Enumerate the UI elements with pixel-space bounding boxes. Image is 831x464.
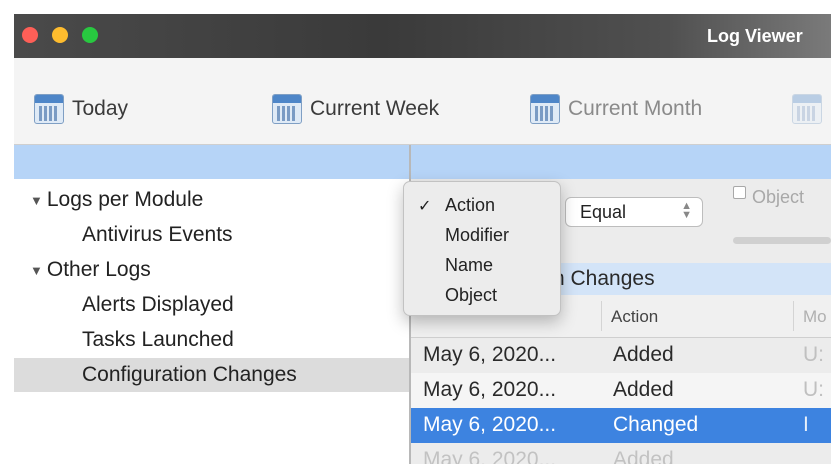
window-title: Log Viewer [707,26,803,46]
menu-item-action[interactable]: ✓ Action [404,191,562,221]
column-header-action[interactable]: Action [611,307,658,327]
main-header-bar [411,145,831,179]
row-action: Added [613,378,674,401]
menu-item-label: Name [445,255,494,275]
select-arrows-icon: ▲ ▼ [681,200,692,221]
operator-select[interactable]: Equal ▲ ▼ [565,197,703,227]
disclosure-triangle-icon[interactable]: ▼ [30,193,43,208]
sidebar: ▼ Logs per Module Antivirus Events ▼ Oth… [14,145,411,464]
current-week-label: Current Week [310,97,440,120]
calendar-icon [34,94,64,124]
menu-item-object[interactable]: Object [404,281,562,311]
column-separator[interactable] [793,301,794,331]
row-date: May 6, 2020... [423,448,557,464]
tree-item-configuration-changes[interactable]: Configuration Changes [14,358,409,392]
tree-group-label: Logs per Module [46,188,204,211]
disclosure-triangle-icon[interactable]: ▼ [30,263,43,278]
table-row-selected[interactable]: May 6, 2020... Changed I [411,408,831,443]
row-modifier: I [803,413,809,436]
sidebar-header [14,145,409,179]
tree-item-label: Tasks Launched [82,328,234,351]
table-row[interactable]: May 6, 2020... Added U: [411,338,831,373]
field-popup-menu: ✓ Action Modifier Name Object [403,181,561,316]
menu-item-label: Action [445,195,496,215]
today-button[interactable]: Today [34,94,128,124]
menu-item-modifier[interactable]: Modifier [404,221,562,251]
current-month-button[interactable]: Current Month [530,94,702,124]
column-header-modifier[interactable]: Mo [803,307,827,327]
tree-item-antivirus-events[interactable]: Antivirus Events [14,218,409,252]
toolbar: Today Current Week Current Month [14,58,831,145]
operator-value: Equal [580,201,627,222]
menu-item-label: Modifier [445,225,510,245]
checkmark-icon: ✓ [418,198,432,215]
object-checkbox[interactable]: Object [733,186,805,208]
zoom-window-button[interactable] [82,27,98,43]
row-date: May 6, 2020... [423,413,557,436]
current-week-button[interactable]: Current Week [272,94,439,124]
row-modifier: U: [803,343,824,366]
close-window-button[interactable] [22,27,38,43]
table-row[interactable]: May 6, 2020... Added [411,443,831,464]
calendar-icon [272,94,302,124]
row-action: Changed [613,413,699,436]
row-action: Added [613,448,674,464]
title-bar: Log Viewer [14,14,831,58]
tree-group-other-logs[interactable]: ▼ Other Logs [14,253,409,287]
row-action: Added [613,343,674,366]
calendar-icon [792,94,822,124]
menu-item-name[interactable]: Name [404,251,562,281]
tree-item-tasks-launched[interactable]: Tasks Launched [14,323,409,357]
row-date: May 6, 2020... [423,378,557,401]
tree-item-label: Alerts Displayed [82,293,234,316]
tree-group-logs-per-module[interactable]: ▼ Logs per Module [14,183,409,217]
tree-item-label: Configuration Changes [82,363,297,386]
tree-item-label: Antivirus Events [82,223,233,246]
today-label: Today [72,97,129,120]
minimize-window-button[interactable] [52,27,68,43]
column-separator[interactable] [601,301,602,331]
more-toolbar-button[interactable] [792,94,830,124]
current-month-label: Current Month [568,97,703,120]
table-row[interactable]: May 6, 2020... Added U: [411,373,831,408]
tree-group-label: Other Logs [46,258,151,281]
checkbox-box[interactable] [733,186,746,199]
row-date: May 6, 2020... [423,343,557,366]
section-title: n Changes [553,267,655,290]
filter-slider[interactable] [733,237,831,244]
row-modifier: U: [803,378,824,401]
tree-item-alerts-displayed[interactable]: Alerts Displayed [14,288,409,322]
menu-item-label: Object [445,285,498,305]
object-checkbox-label: Object [752,187,805,207]
calendar-icon [530,94,560,124]
